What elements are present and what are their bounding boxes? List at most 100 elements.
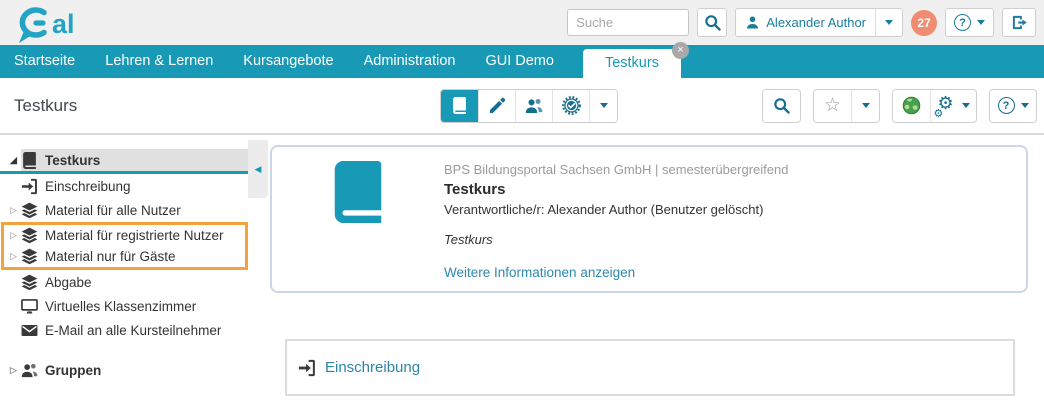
book-icon (451, 97, 468, 114)
envelope-icon (21, 322, 38, 339)
tree-expand-icon[interactable]: ▷ (6, 365, 21, 376)
user-name: Alexander Author (766, 15, 866, 30)
tree-item-abgabe[interactable]: Abgabe (0, 270, 248, 294)
tree-item-email-kursteilnehmer[interactable]: E-Mail an alle Kursteilnehmer (0, 318, 248, 342)
course-description: Testkurs (444, 232, 493, 247)
course-meta: BPS Bildungsportal Sachsen GmbH | semest… (444, 162, 789, 177)
tree-item-label: E-Mail an alle Kursteilnehmer (45, 322, 222, 338)
tree-item-material-nur-gaeste[interactable]: ▷ Material nur für Gäste (4, 246, 245, 267)
logout-icon (1011, 14, 1028, 31)
tree-item-testkurs[interactable]: ◢ Testkurs (0, 149, 248, 174)
tree-item-label: Abgabe (45, 274, 92, 290)
search-input[interactable] (567, 9, 690, 36)
language-button[interactable] (893, 89, 930, 122)
opal-logo[interactable]: al (10, 2, 106, 44)
tree-item-einschreibung[interactable]: Einschreibung (0, 174, 248, 198)
assessment-button[interactable] (552, 89, 589, 122)
course-responsible: Verantwortliche/r: Alexander Author (Ben… (444, 202, 764, 217)
enrollment-link[interactable]: Einschreibung (325, 359, 420, 376)
caret-down-icon (1020, 103, 1029, 108)
tree-item-gruppen[interactable]: ▷ Gruppen (0, 358, 248, 382)
caret-down-icon (977, 20, 985, 25)
book-icon (21, 152, 38, 169)
members-button[interactable] (515, 89, 552, 122)
nav-item-kursangebote[interactable]: Kursangebote (228, 45, 348, 78)
user-icon (745, 15, 760, 30)
course-search-button[interactable] (763, 89, 800, 122)
help-icon: ? (997, 97, 1015, 114)
course-info-card: BPS Bildungsportal Sachsen GmbH | semest… (270, 145, 1028, 293)
caret-down-icon (885, 20, 893, 25)
edit-course-button[interactable] (478, 89, 515, 122)
users-icon (525, 97, 543, 115)
tree-expand-icon[interactable]: ▷ (6, 251, 21, 262)
notification-badge[interactable]: 27 (911, 9, 937, 36)
bookmark-button[interactable]: ☆ (814, 89, 851, 122)
logout-button[interactable] (1002, 8, 1036, 37)
layers-icon (21, 248, 38, 265)
course-view-button[interactable] (441, 89, 478, 122)
settings-tool-group: ⚙ ⚙ (892, 88, 977, 123)
search-button[interactable] (697, 8, 728, 37)
tree-item-material-registrierte-nutzer[interactable]: ▷ Material für registrierte Nutzer (4, 225, 245, 246)
users-icon (21, 362, 38, 379)
tree-expand-icon[interactable]: ▷ (6, 205, 21, 216)
collapse-left-icon: ◀ (254, 163, 262, 174)
view-mode-button-group (440, 88, 618, 123)
course-main-panel: ◀ BPS Bildungsportal Sachsen GmbH | seme… (248, 135, 1044, 410)
sidebar-collapse-handle[interactable]: ◀ (248, 140, 268, 198)
main-navigation: Startseite Lehren & Lernen Kursangebote … (0, 42, 1044, 87)
tab-close-icon[interactable]: × (671, 42, 689, 59)
bookmark-more-button[interactable] (851, 89, 879, 122)
nav-item-lehren-lernen[interactable]: Lehren & Lernen (90, 45, 228, 78)
view-mode-tools (440, 88, 618, 123)
svg-text:al: al (52, 9, 75, 39)
tree-item-label: Einschreibung (45, 178, 131, 194)
help-tool-group: ? (989, 88, 1037, 123)
caret-down-icon (961, 103, 970, 108)
caret-down-icon (861, 103, 870, 108)
help-icon: ? (954, 14, 971, 31)
course-action-tools: ☆ ⚙ ⚙ ? (762, 88, 1037, 123)
gears-icon: ⚙ ⚙ (933, 92, 954, 120)
search-tool-group (762, 88, 801, 123)
user-menu-caret-button[interactable] (875, 9, 902, 36)
bookmark-tool-group: ☆ (813, 88, 880, 123)
book-icon (327, 160, 389, 224)
globe-icon (902, 96, 921, 115)
certificate-check-icon (562, 96, 581, 115)
tree-item-virtuelles-klassenzimmer[interactable]: Virtuelles Klassenzimmer (0, 294, 248, 318)
nav-item-gui-demo[interactable]: GUI Demo (470, 45, 569, 78)
search-icon (704, 14, 721, 31)
more-info-link[interactable]: Weitere Informationen anzeigen (444, 265, 635, 280)
user-menu: Alexander Author (735, 8, 903, 37)
tree-item-label: Material nur für Gäste (45, 249, 176, 264)
nav-item-administration[interactable]: Administration (349, 45, 471, 78)
nav-item-startseite[interactable]: Startseite (0, 45, 90, 78)
help-menu-button[interactable]: ? (945, 8, 994, 37)
content-area: ◢ Testkurs Einschreibung ▷ Material für … (0, 135, 1044, 410)
layers-icon (21, 274, 38, 291)
course-tree-sidebar: ◢ Testkurs Einschreibung ▷ Material für … (0, 135, 248, 410)
tree-expand-icon[interactable]: ▷ (6, 230, 21, 241)
settings-button[interactable]: ⚙ ⚙ (930, 89, 976, 122)
highlight-annotation-box: ▷ Material für registrierte Nutzer ▷ Mat… (1, 222, 248, 270)
layers-icon (21, 227, 38, 244)
tree-item-label: Virtuelles Klassenzimmer (45, 298, 197, 314)
tree-collapse-icon[interactable]: ◢ (6, 155, 21, 166)
tab-testkurs[interactable]: Testkurs × (582, 42, 689, 87)
view-mode-more-button[interactable] (589, 89, 617, 122)
header-actions: Alexander Author 27 ? (567, 8, 1036, 37)
layers-icon (21, 202, 38, 219)
tree-item-label: Material für registrierte Nutzer (45, 228, 224, 243)
tree-item-label: Testkurs (45, 152, 101, 168)
course-help-button[interactable]: ? (990, 89, 1036, 122)
user-menu-button[interactable]: Alexander Author (736, 9, 875, 36)
tab-label: Testkurs (604, 55, 659, 71)
tree-item-material-alle-nutzer[interactable]: ▷ Material für alle Nutzer (0, 198, 248, 222)
display-icon (21, 298, 38, 315)
sign-in-icon (298, 359, 316, 377)
enrollment-box[interactable]: Einschreibung (285, 339, 1015, 396)
star-icon: ☆ (823, 95, 842, 116)
search-icon (773, 97, 790, 114)
